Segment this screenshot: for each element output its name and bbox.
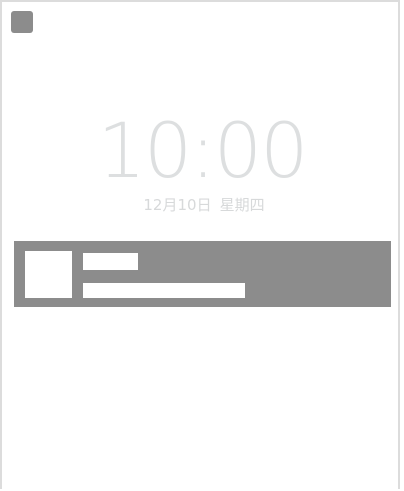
app-icon[interactable] [11, 11, 33, 33]
notification-thumbnail [25, 251, 72, 298]
weekday-text: 星期四 [219, 196, 265, 214]
date-text: 12月10日 [143, 196, 212, 214]
notification-card[interactable] [14, 241, 391, 307]
notification-body-placeholder [83, 283, 245, 298]
date-line: 12月10日 星期四 [2, 195, 404, 215]
lock-screen: 10:00 12月10日 星期四 [0, 0, 400, 489]
notification-title-placeholder [83, 253, 138, 270]
clock-time: 10:00 [97, 106, 308, 195]
